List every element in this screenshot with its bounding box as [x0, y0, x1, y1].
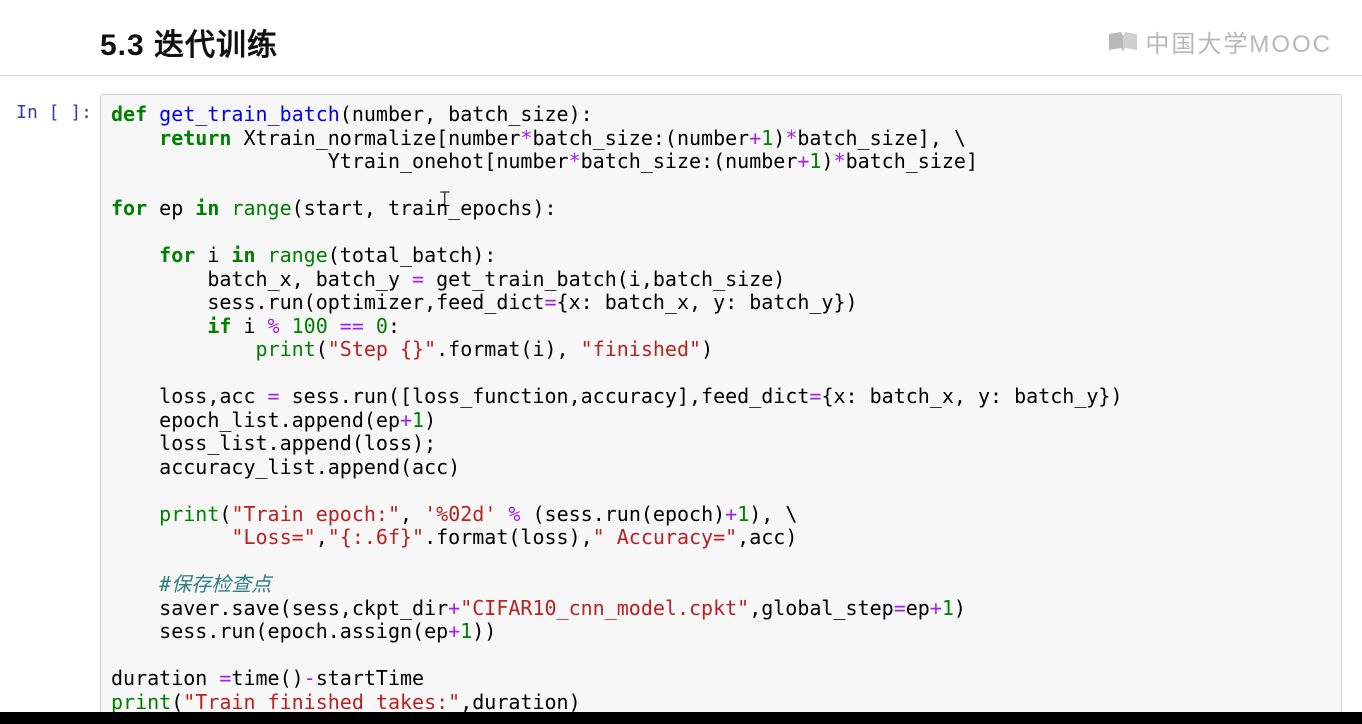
kw-for: for	[111, 196, 147, 220]
header-bar: 5.3 迭代训练 中国大学MOOC	[0, 0, 1362, 76]
code-content[interactable]: def get_train_batch(number, batch_size):…	[111, 103, 1331, 714]
book-icon	[1107, 30, 1139, 54]
kw-def: def	[111, 102, 147, 126]
mooc-watermark: 中国大学MOOC	[1107, 24, 1332, 59]
watermark-text: 中国大学MOOC	[1145, 24, 1332, 59]
comment: #保存检查点	[159, 572, 271, 596]
notebook-area: In [ ]: def get_train_batch(number, batc…	[0, 76, 1362, 715]
kw-if: if	[207, 314, 231, 338]
kw-return: return	[159, 126, 231, 150]
func-name: get_train_batch	[159, 102, 340, 126]
video-bottom-strip	[0, 712, 1362, 724]
code-cell[interactable]: def get_train_batch(number, batch_size):…	[100, 94, 1342, 715]
cell-prompt: In [ ]:	[0, 94, 100, 123]
